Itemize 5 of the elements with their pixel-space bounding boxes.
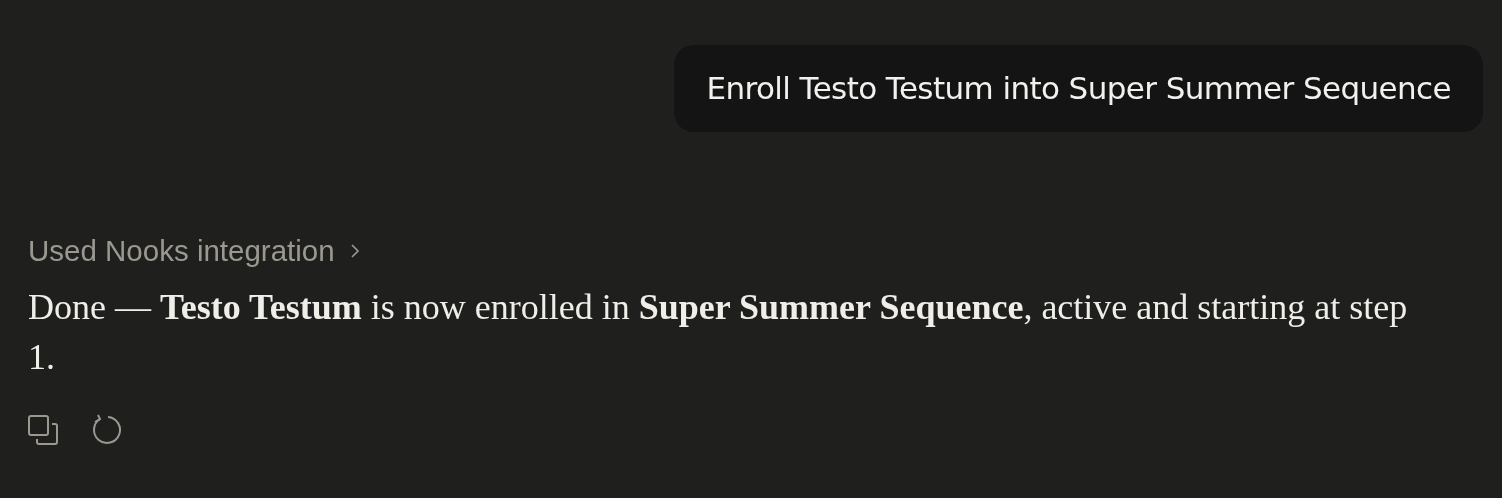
assistant-message: Done — Testo Testum is now enrolled in Super Summer Sequence, active and starting at step 1.: [28, 286, 1409, 379]
user-message-bubble: Enroll Testo Testum into Super Summer Sequence: [674, 45, 1483, 132]
chevron-icon: [348, 243, 361, 259]
copy-icon[interactable]: [28, 415, 58, 448]
tool-use-toggle[interactable]: Used Nooks integration: [28, 234, 361, 268]
